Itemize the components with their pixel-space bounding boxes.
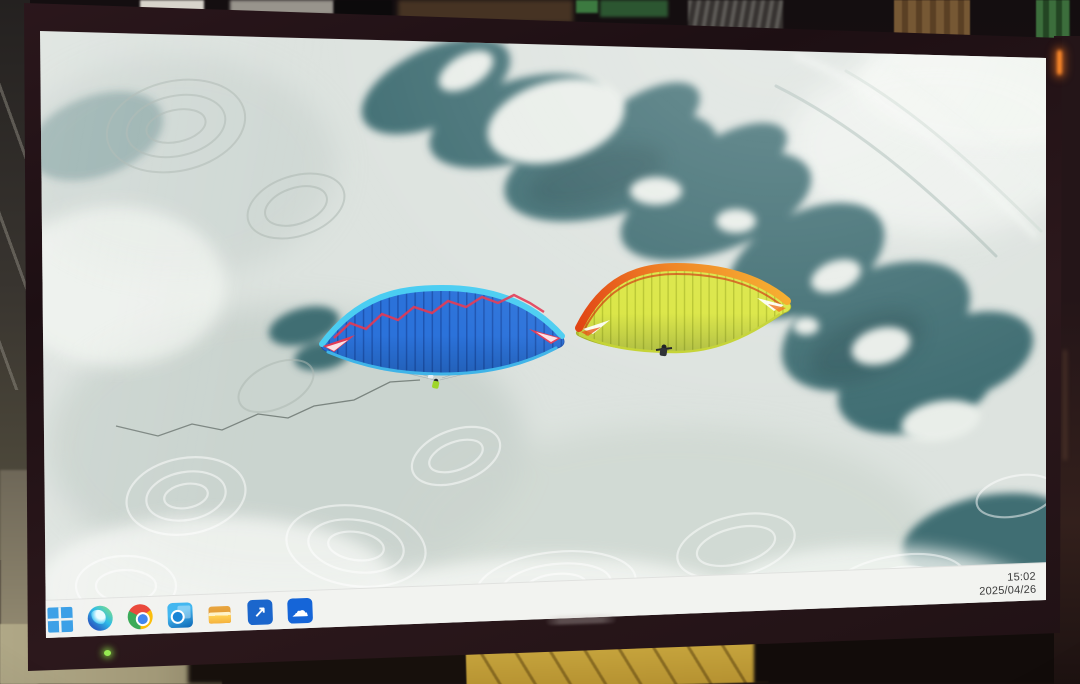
outlook-mail-icon [167, 602, 193, 628]
taskbar-shortcut-arrow-button[interactable]: ↗ [246, 598, 274, 626]
background-green-board-2 [600, 0, 668, 17]
taskbar-clock[interactable]: 15:02 2025/04/26 [979, 570, 1041, 598]
monitor-screen: ↗ ☁ 15:02 2025/04/26 [0, 0, 1080, 684]
taskbar-file-explorer-button[interactable] [206, 600, 234, 628]
edge-browser-icon [87, 605, 113, 631]
photo-of-monitor: ↗ ☁ 15:02 2025/04/26 [0, 0, 1080, 684]
folder-icon [207, 601, 233, 627]
background-gray-streaks [688, 0, 783, 30]
clock-date: 2025/04/26 [979, 583, 1037, 598]
taskbar-chrome-button[interactable] [126, 603, 154, 631]
desktop-wallpaper [36, 26, 1050, 642]
chrome-browser-icon [127, 604, 153, 630]
diagonal-arrow-icon: ↗ [247, 599, 273, 625]
background-green-board [576, 0, 598, 13]
windows-start-icon [47, 607, 73, 633]
start-button[interactable] [46, 606, 74, 634]
taskbar-edge-button[interactable] [86, 604, 114, 632]
power-led [104, 650, 111, 656]
background-right-glint [1063, 350, 1067, 460]
taskbar-cloud-app-button[interactable]: ☁ [286, 597, 314, 625]
cloud-icon: ☁ [287, 598, 313, 624]
taskbar-outlook-button[interactable] [166, 601, 194, 629]
side-light [1057, 50, 1062, 75]
